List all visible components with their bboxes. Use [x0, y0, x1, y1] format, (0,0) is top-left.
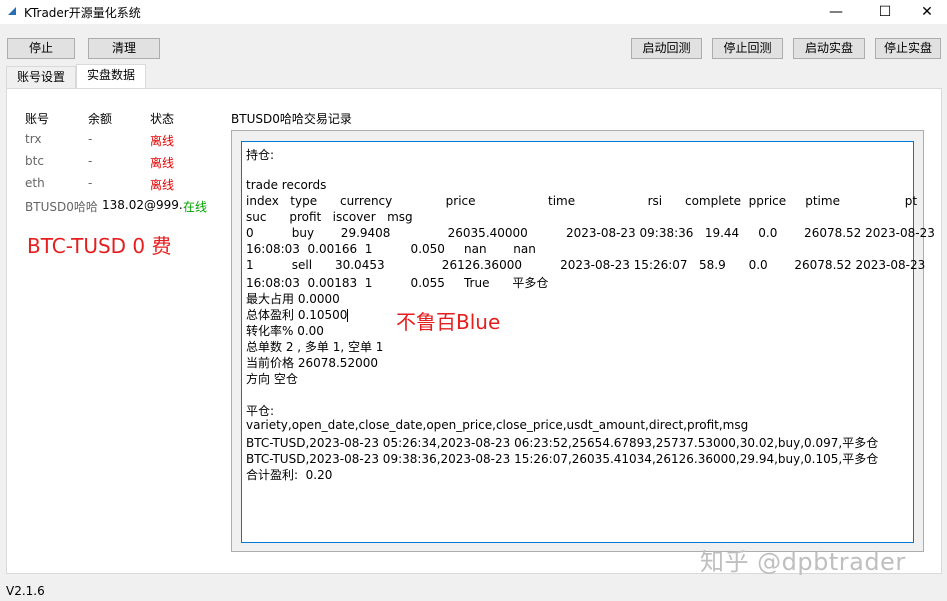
- log-line: 1 sell 30.0453 26126.36000 2023-08-23 15…: [246, 258, 926, 272]
- log-line: BTC-TUSD,2023-08-23 05:26:34,2023-08-23 …: [246, 436, 879, 450]
- log-line: 平仓:: [246, 404, 275, 418]
- minimize-icon[interactable]: —: [813, 0, 859, 24]
- tab-account-settings[interactable]: 账号设置: [6, 66, 76, 88]
- log-line: trade records: [246, 178, 327, 192]
- status-badge: 离线: [150, 134, 175, 148]
- log-line: suc profit iscover msg: [246, 210, 413, 224]
- status-column-header: 状态: [150, 112, 175, 126]
- clear-button[interactable]: 清理: [88, 38, 160, 59]
- title-bar: KTrader开源量化系统 — ☐ ✕: [0, 0, 947, 24]
- account-annotation: BTC-TUSD 0 费: [27, 234, 172, 258]
- log-line: 最大占用 0.0000: [246, 292, 340, 306]
- version-label: V2.1.6: [6, 584, 45, 598]
- log-line: 当前价格 26078.52000: [246, 356, 378, 370]
- account-name: trx: [25, 132, 42, 146]
- log-line: index type currency price time rsi compl…: [246, 194, 918, 208]
- close-icon[interactable]: ✕: [907, 0, 947, 24]
- tab-live-data[interactable]: 实盘数据: [76, 64, 146, 88]
- account-balance: 138.02@999.: [102, 198, 183, 212]
- log-line: variety,open_date,close_date,open_price,…: [246, 418, 749, 432]
- status-badge: 离线: [150, 156, 175, 170]
- log-line: 16:08:03 0.00183 1 0.055 True 平多仓: [246, 276, 549, 290]
- log-annotation: 不鲁百Blue: [396, 310, 501, 334]
- log-line: 转化率% 0.00: [246, 324, 324, 338]
- account-balance: -: [88, 176, 93, 190]
- log-line: 合计盈利: 0.20: [246, 468, 333, 482]
- stop-live-button[interactable]: 停止实盘: [875, 38, 941, 59]
- status-badge: 离线: [150, 178, 175, 192]
- account-name: eth: [25, 176, 45, 190]
- log-line: 总单数 2 , 多单 1, 空单 1: [246, 340, 384, 354]
- window-title: KTrader开源量化系统: [24, 6, 141, 20]
- start-live-button[interactable]: 启动实盘: [793, 38, 865, 59]
- status-badge: 在线: [183, 200, 208, 214]
- maximize-icon[interactable]: ☐: [862, 0, 908, 24]
- account-name: BTUSD0哈哈: [25, 200, 98, 214]
- log-line: 持仓:: [246, 148, 275, 162]
- balance-column-header: 余额: [88, 112, 113, 126]
- log-line: 16:08:03 0.00166 1 0.050 nan nan: [246, 242, 536, 256]
- log-line: 总体盈利 0.10500: [246, 308, 349, 322]
- start-backtest-button[interactable]: 启动回测: [631, 38, 702, 59]
- app-icon: [8, 7, 16, 15]
- log-line: BTC-TUSD,2023-08-23 09:38:36,2023-08-23 …: [246, 452, 879, 466]
- trade-log-label: BTUSD0哈哈交易记录: [231, 112, 352, 126]
- log-line: 方向 空仓: [246, 372, 298, 386]
- account-balance: -: [88, 132, 93, 146]
- stop-button[interactable]: 停止: [7, 38, 75, 59]
- account-name: btc: [25, 154, 44, 168]
- text-cursor: [347, 309, 349, 322]
- account-column-header: 账号: [25, 112, 50, 126]
- stop-backtest-button[interactable]: 停止回测: [712, 38, 783, 59]
- watermark: 知乎 @dpbtrader: [700, 548, 906, 576]
- account-balance: -: [88, 154, 93, 168]
- log-line: 0 buy 29.9408 26035.40000 2023-08-23 09:…: [246, 226, 935, 240]
